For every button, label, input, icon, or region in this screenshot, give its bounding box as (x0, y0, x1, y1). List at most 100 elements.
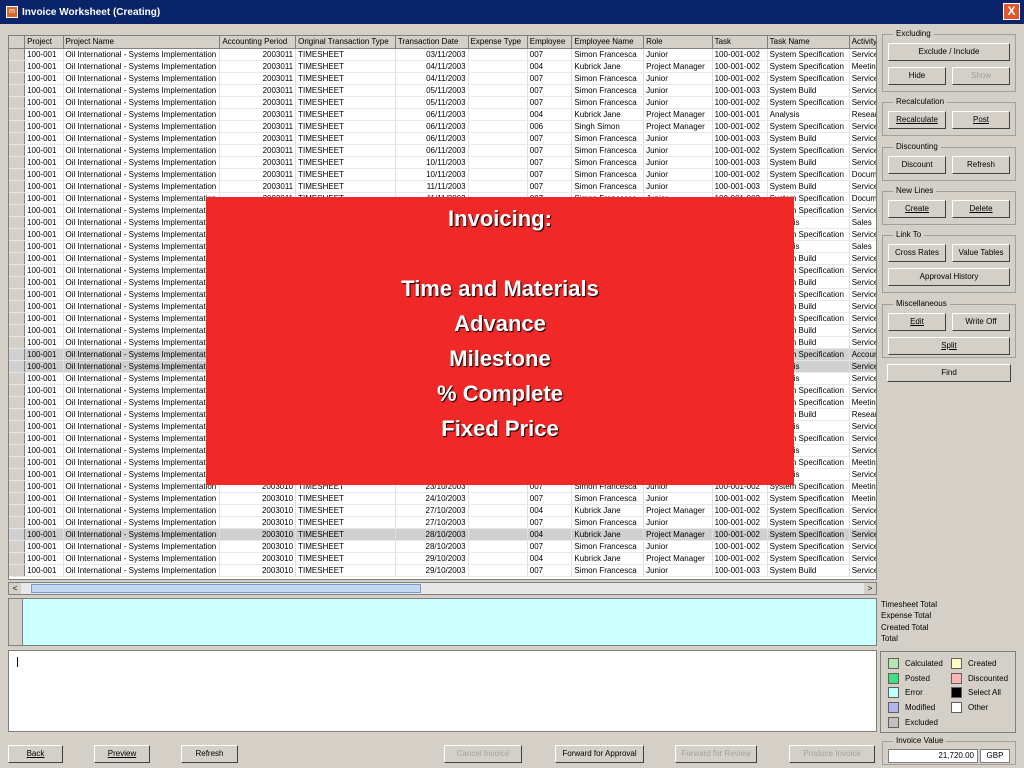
create-button[interactable]: Create (888, 200, 946, 218)
column-header[interactable]: Original Transaction Type (295, 36, 396, 49)
row-selector[interactable] (9, 348, 26, 361)
table-row[interactable]: 100-001 Oil International - Systems Imple… (9, 108, 876, 121)
row-selector[interactable] (9, 480, 26, 493)
table-row[interactable]: 100-001 Oil International - Systems Imple… (9, 120, 876, 133)
row-selector[interactable] (9, 192, 26, 205)
forward-for-review-button[interactable]: Forward for Review (675, 745, 757, 763)
row-selector[interactable] (9, 216, 26, 229)
row-selector[interactable] (9, 60, 26, 73)
column-header[interactable]: Employee (527, 36, 573, 49)
horizontal-scrollbar[interactable]: < > (8, 582, 877, 595)
scroll-left-icon[interactable]: < (9, 583, 21, 594)
hide-button[interactable]: Hide (888, 67, 946, 85)
row-selector[interactable] (9, 456, 26, 469)
row-selector[interactable] (9, 360, 26, 373)
delete-button[interactable]: Delete (952, 200, 1010, 218)
table-row[interactable]: 100-001 Oil International - Systems Imple… (9, 504, 876, 517)
table-row[interactable]: 100-001 Oil International - Systems Imple… (9, 180, 876, 193)
row-selector[interactable] (9, 72, 26, 85)
column-header[interactable]: Task (712, 36, 768, 49)
cancel-invoice-button[interactable]: Cancel Invoice (444, 745, 522, 763)
column-header[interactable]: Expense Type (468, 36, 528, 49)
row-selector[interactable] (9, 516, 26, 529)
forward-for-approval-button[interactable]: Forward for Approval (555, 745, 644, 763)
scroll-right-icon[interactable]: > (864, 583, 876, 594)
row-selector[interactable] (9, 336, 26, 349)
column-header[interactable]: Activity (849, 36, 876, 49)
column-header[interactable]: Employee Name (571, 36, 645, 49)
table-row[interactable]: 100-001 Oil International - Systems Imple… (9, 552, 876, 565)
column-header[interactable]: Project Name (63, 36, 221, 49)
row-selector[interactable] (9, 492, 26, 505)
table-row[interactable]: 100-001 Oil International - Systems Imple… (9, 84, 876, 97)
row-selector[interactable] (9, 372, 26, 385)
row-selector[interactable] (9, 408, 26, 421)
show-button[interactable]: Show (952, 67, 1010, 85)
row-selector[interactable] (9, 264, 26, 277)
preview-button[interactable]: Preview (94, 745, 150, 763)
row-selector[interactable] (9, 468, 26, 481)
find-button[interactable]: Find (887, 364, 1011, 382)
row-selector[interactable] (9, 528, 26, 541)
table-row[interactable]: 100-001 Oil International - Systems Imple… (9, 132, 876, 145)
row-selector[interactable] (9, 300, 26, 313)
discount-button[interactable]: Discount (888, 156, 946, 174)
row-selector[interactable] (9, 120, 26, 133)
row-selector[interactable] (9, 432, 26, 445)
row-selector[interactable] (9, 144, 26, 157)
row-selector[interactable] (9, 444, 26, 457)
table-row[interactable]: 100-001 Oil International - Systems Imple… (9, 540, 876, 553)
row-selector[interactable] (9, 276, 26, 289)
split-button[interactable]: Split (888, 337, 1010, 355)
column-header[interactable]: Transaction Date (395, 36, 469, 49)
row-selector[interactable] (9, 504, 26, 517)
row-selector[interactable] (9, 96, 26, 109)
produce-invoice-button[interactable]: Produce Invoice (789, 745, 875, 763)
recalculate-button[interactable]: Recalculate (888, 111, 946, 129)
row-selector[interactable] (9, 180, 26, 193)
row-selector[interactable] (9, 540, 26, 553)
table-row[interactable]: 100-001 Oil International - Systems Imple… (9, 168, 876, 181)
refresh-button[interactable]: Refresh (181, 745, 238, 763)
row-selector[interactable] (9, 48, 26, 61)
table-row[interactable]: 100-001 Oil International - Systems Imple… (9, 72, 876, 85)
row-selector[interactable] (9, 228, 26, 241)
row-selector[interactable] (9, 240, 26, 253)
row-selector[interactable] (9, 252, 26, 265)
cross-rates-button[interactable]: Cross Rates (888, 244, 946, 262)
row-selector[interactable] (9, 108, 26, 121)
row-selector[interactable] (9, 324, 26, 337)
row-selector[interactable] (9, 312, 26, 325)
row-selector[interactable] (9, 384, 26, 397)
table-row[interactable]: 100-001 Oil International - Systems Imple… (9, 564, 876, 577)
row-selector-header[interactable] (9, 36, 26, 49)
row-selector[interactable] (9, 552, 26, 565)
table-row[interactable]: 100-001 Oil International - Systems Imple… (9, 60, 876, 73)
edit-button[interactable]: Edit (888, 313, 946, 331)
write-off-button[interactable]: Write Off (952, 313, 1010, 331)
table-row[interactable]: 100-001 Oil International - Systems Imple… (9, 156, 876, 169)
table-row[interactable]: 100-001 Oil International - Systems Imple… (9, 144, 876, 157)
table-row[interactable]: 100-001 Oil International - Systems Imple… (9, 528, 876, 541)
row-selector[interactable] (9, 288, 26, 301)
table-row[interactable]: 100-001 Oil International - Systems Imple… (9, 516, 876, 529)
scroll-thumb[interactable] (31, 584, 421, 593)
column-header[interactable]: Project (24, 36, 64, 49)
row-selector[interactable] (9, 420, 26, 433)
table-row[interactable]: 100-001 Oil International - Systems Imple… (9, 96, 876, 109)
exclude-include-button[interactable]: Exclude / Include (888, 43, 1010, 61)
row-selector[interactable] (9, 156, 26, 169)
row-selector[interactable] (9, 204, 26, 217)
row-selector[interactable] (9, 396, 26, 409)
close-icon[interactable]: X (1003, 3, 1020, 20)
column-header[interactable]: Role (643, 36, 713, 49)
row-selector[interactable] (9, 564, 26, 577)
column-header[interactable]: Accounting Period (219, 36, 297, 49)
post-button[interactable]: Post (952, 111, 1010, 129)
table-row[interactable]: 100-001 Oil International - Systems Imple… (9, 492, 876, 505)
value-tables-button[interactable]: Value Tables (952, 244, 1010, 262)
table-row[interactable]: 100-001 Oil International - Systems Imple… (9, 48, 876, 61)
approval-history-button[interactable]: Approval History (888, 268, 1010, 286)
column-header[interactable]: Task Name (767, 36, 850, 49)
row-selector[interactable] (9, 132, 26, 145)
